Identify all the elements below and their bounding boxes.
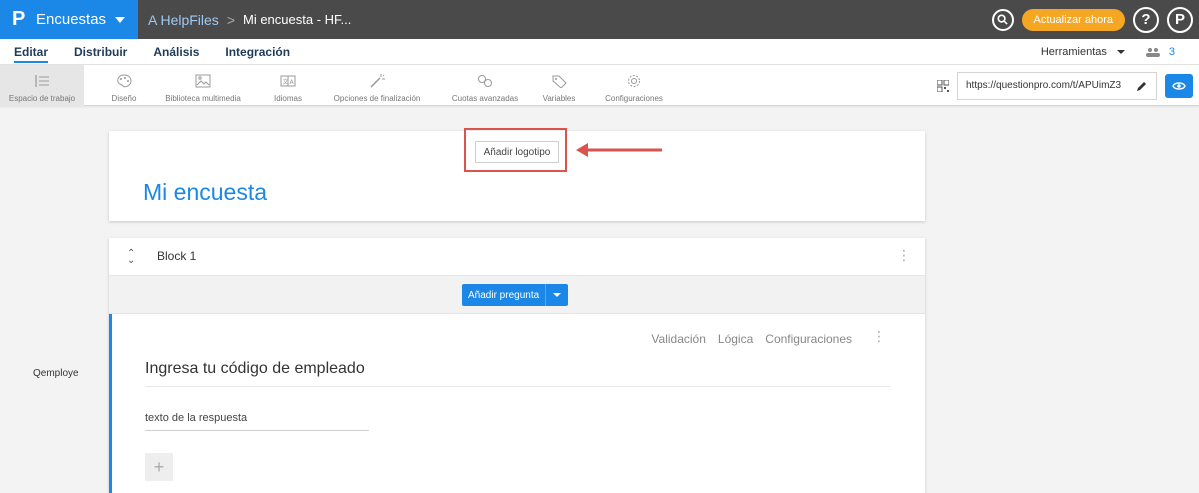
app-name: Encuestas: [36, 11, 107, 28]
tool-design[interactable]: Diseño: [106, 65, 142, 106]
block-menu-icon[interactable]: ⋮: [897, 247, 911, 264]
survey-title[interactable]: Mi encuesta: [143, 179, 267, 206]
menu-integracion[interactable]: Integración: [225, 45, 290, 59]
add-question-label: Añadir pregunta: [462, 284, 547, 306]
collaborators-count: 3: [1168, 46, 1175, 58]
collapse-icon[interactable]: ⌃ ⌄: [127, 249, 135, 266]
tool-variables[interactable]: Variables: [536, 65, 582, 106]
tools-label: Herramientas: [1040, 46, 1107, 58]
add-question-button[interactable]: Añadir pregunta: [462, 284, 569, 306]
editor-toolbar: Espacio de trabajo Diseño Biblioteca mul…: [0, 65, 1199, 106]
users-icon: [1145, 48, 1160, 57]
app-switcher[interactable]: P Encuestas: [0, 0, 138, 39]
svg-text:A: A: [290, 79, 295, 86]
survey-header-card: Añadir logotipo Mi encuesta: [109, 128, 925, 221]
top-bar: P Encuestas A HelpFiles > Mi encuesta - …: [0, 0, 1199, 39]
breadcrumb-parent[interactable]: A HelpFiles: [148, 12, 219, 28]
tool-label: Biblioteca multimedia: [165, 94, 241, 103]
preview-button[interactable]: [1165, 73, 1193, 98]
menu-right: Herramientas 3: [1041, 39, 1175, 65]
chevron-down-icon: [1116, 50, 1125, 54]
breadcrumb-separator: >: [226, 11, 235, 28]
upgrade-button[interactable]: Actualizar ahora: [1021, 8, 1125, 31]
breadcrumb-current: Mi encuesta - HF...: [243, 12, 352, 27]
tool-label: Idiomas: [273, 94, 302, 103]
chevron-down-icon: [115, 16, 126, 23]
tool-media-library[interactable]: Biblioteca multimedia: [148, 65, 258, 106]
chevron-down-icon: [553, 293, 562, 297]
add-logo-button[interactable]: Añadir logotipo: [475, 141, 559, 163]
add-question-dropdown[interactable]: [546, 284, 568, 306]
profile-button[interactable]: P: [1167, 6, 1193, 33]
add-answer-button[interactable]: +: [145, 453, 173, 481]
survey-url-area: https://questionpro.com/t/APUimZ3: [937, 65, 1193, 106]
question-code-label: Qemploye: [33, 368, 79, 379]
questionpro-logo: P: [12, 8, 26, 30]
block-header: ⌃ ⌄ Block 1 ⋮: [109, 238, 925, 276]
menu-editar[interactable]: Editar: [14, 45, 49, 63]
menu-bar: Editar Distribuir Análisis Integración H…: [0, 39, 1199, 65]
tool-label: Variables: [542, 94, 576, 103]
workspace-icon: [35, 75, 49, 87]
language-icon: 文A: [280, 75, 296, 87]
survey-url-field[interactable]: https://questionpro.com/t/APUimZ3: [957, 71, 1157, 100]
tools-dropdown[interactable]: Herramientas: [1041, 46, 1125, 58]
search-icon: [997, 14, 1008, 25]
question-validation-link[interactable]: Validación: [651, 332, 705, 346]
help-button[interactable]: ?: [1133, 6, 1159, 33]
add-question-row: Añadir pregunta: [109, 276, 925, 314]
gear-icon: [628, 75, 640, 87]
tool-settings[interactable]: Configuraciones: [600, 65, 668, 106]
survey-url-text: https://questionpro.com/t/APUimZ3: [966, 80, 1122, 91]
image-icon: [195, 74, 211, 88]
topbar-actions: Actualizar ahora ? P: [991, 0, 1193, 39]
tool-languages[interactable]: 文A Idiomas: [268, 65, 308, 106]
tool-label: Espacio de trabajo: [8, 94, 76, 103]
search-button[interactable]: [991, 8, 1014, 31]
annotation-arrow-icon: [576, 143, 662, 157]
question-card: Validación Lógica Configuraciones ⋮ Ingr…: [109, 314, 925, 493]
main-menu: Editar Distribuir Análisis Integración: [14, 39, 290, 65]
tool-label: Cuotas avanzadas: [451, 94, 519, 103]
quota-icon: [478, 75, 492, 87]
collaborators-button[interactable]: 3: [1145, 46, 1175, 58]
block-title: Block 1: [157, 249, 197, 263]
answer-text-field[interactable]: texto de la respuesta: [145, 412, 369, 431]
question-text[interactable]: Ingresa tu código de empleado: [145, 360, 891, 387]
tool-label: Diseño: [111, 94, 137, 103]
question-logic-link[interactable]: Lógica: [718, 332, 753, 346]
survey-block: ⌃ ⌄ Block 1 ⋮ Añadir pregunta Validación …: [109, 238, 925, 493]
pencil-icon[interactable]: [1136, 80, 1148, 92]
question-actions: Validación Lógica Configuraciones: [651, 332, 852, 346]
tool-label: Opciones de finalización: [333, 94, 421, 103]
breadcrumb: A HelpFiles > Mi encuesta - HF...: [148, 0, 351, 39]
qr-code-icon[interactable]: [937, 79, 949, 92]
tag-icon: [552, 75, 567, 88]
eye-icon: [1172, 81, 1186, 90]
tool-completion-options[interactable]: Opciones de finalización: [327, 65, 427, 106]
question-menu-icon[interactable]: ⋮: [872, 328, 886, 345]
wand-icon: [370, 74, 385, 88]
palette-icon: [117, 74, 132, 88]
menu-analisis[interactable]: Análisis: [153, 45, 199, 59]
menu-distribuir[interactable]: Distribuir: [74, 45, 127, 59]
tool-advanced-quotas[interactable]: Cuotas avanzadas: [445, 65, 525, 106]
tool-workspace[interactable]: Espacio de trabajo: [0, 65, 84, 106]
svg-text:文: 文: [283, 78, 289, 86]
tool-label: Configuraciones: [605, 94, 663, 103]
question-settings-link[interactable]: Configuraciones: [765, 332, 852, 346]
